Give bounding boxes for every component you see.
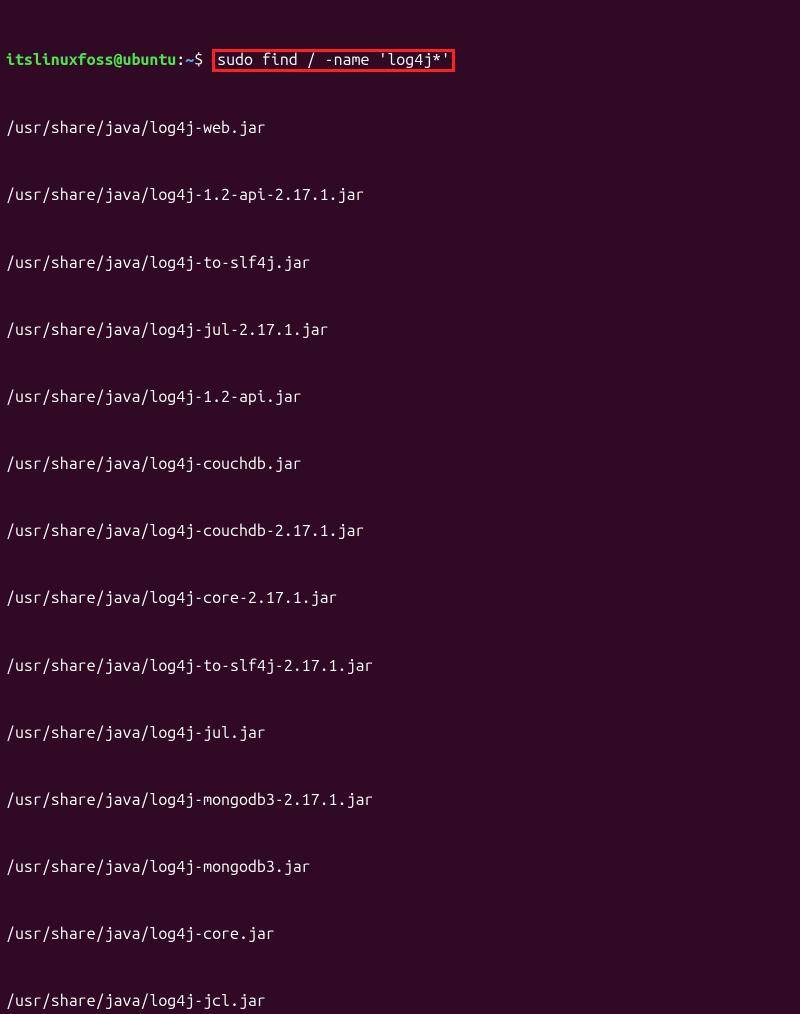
output-line: /usr/share/java/log4j-jcl.jar	[6, 990, 794, 1012]
output-line: /usr/share/java/log4j-jul.jar	[6, 722, 794, 744]
terminal-window[interactable]: itslinuxfoss@ubuntu:~$ sudo find / -name…	[6, 4, 794, 1014]
output-line: /usr/share/java/log4j-to-slf4j-2.17.1.ja…	[6, 655, 794, 677]
output-line: /usr/share/java/log4j-1.2-api.jar	[6, 386, 794, 408]
command-highlight-box: sudo find / -name 'log4j*'	[212, 49, 455, 73]
output-line: /usr/share/java/log4j-web.jar	[6, 117, 794, 139]
prompt-colon: :	[176, 51, 185, 69]
prompt-dollar: $	[194, 51, 212, 69]
output-line: /usr/share/java/log4j-1.2-api-2.17.1.jar	[6, 184, 794, 206]
prompt-line: itslinuxfoss@ubuntu:~$ sudo find / -name…	[6, 49, 794, 73]
output-line: /usr/share/java/log4j-mongodb3-2.17.1.ja…	[6, 789, 794, 811]
output-line: /usr/share/java/log4j-to-slf4j.jar	[6, 252, 794, 274]
command-text: sudo find / -name 'log4j*'	[217, 51, 450, 69]
prompt-user-host: itslinuxfoss@ubuntu	[6, 51, 176, 69]
output-line: /usr/share/java/log4j-mongodb3.jar	[6, 856, 794, 878]
output-line: /usr/share/java/log4j-core.jar	[6, 923, 794, 945]
output-line: /usr/share/java/log4j-couchdb-2.17.1.jar	[6, 520, 794, 542]
prompt-path: ~	[185, 51, 194, 69]
output-line: /usr/share/java/log4j-couchdb.jar	[6, 453, 794, 475]
output-line: /usr/share/java/log4j-core-2.17.1.jar	[6, 587, 794, 609]
output-line: /usr/share/java/log4j-jul-2.17.1.jar	[6, 319, 794, 341]
